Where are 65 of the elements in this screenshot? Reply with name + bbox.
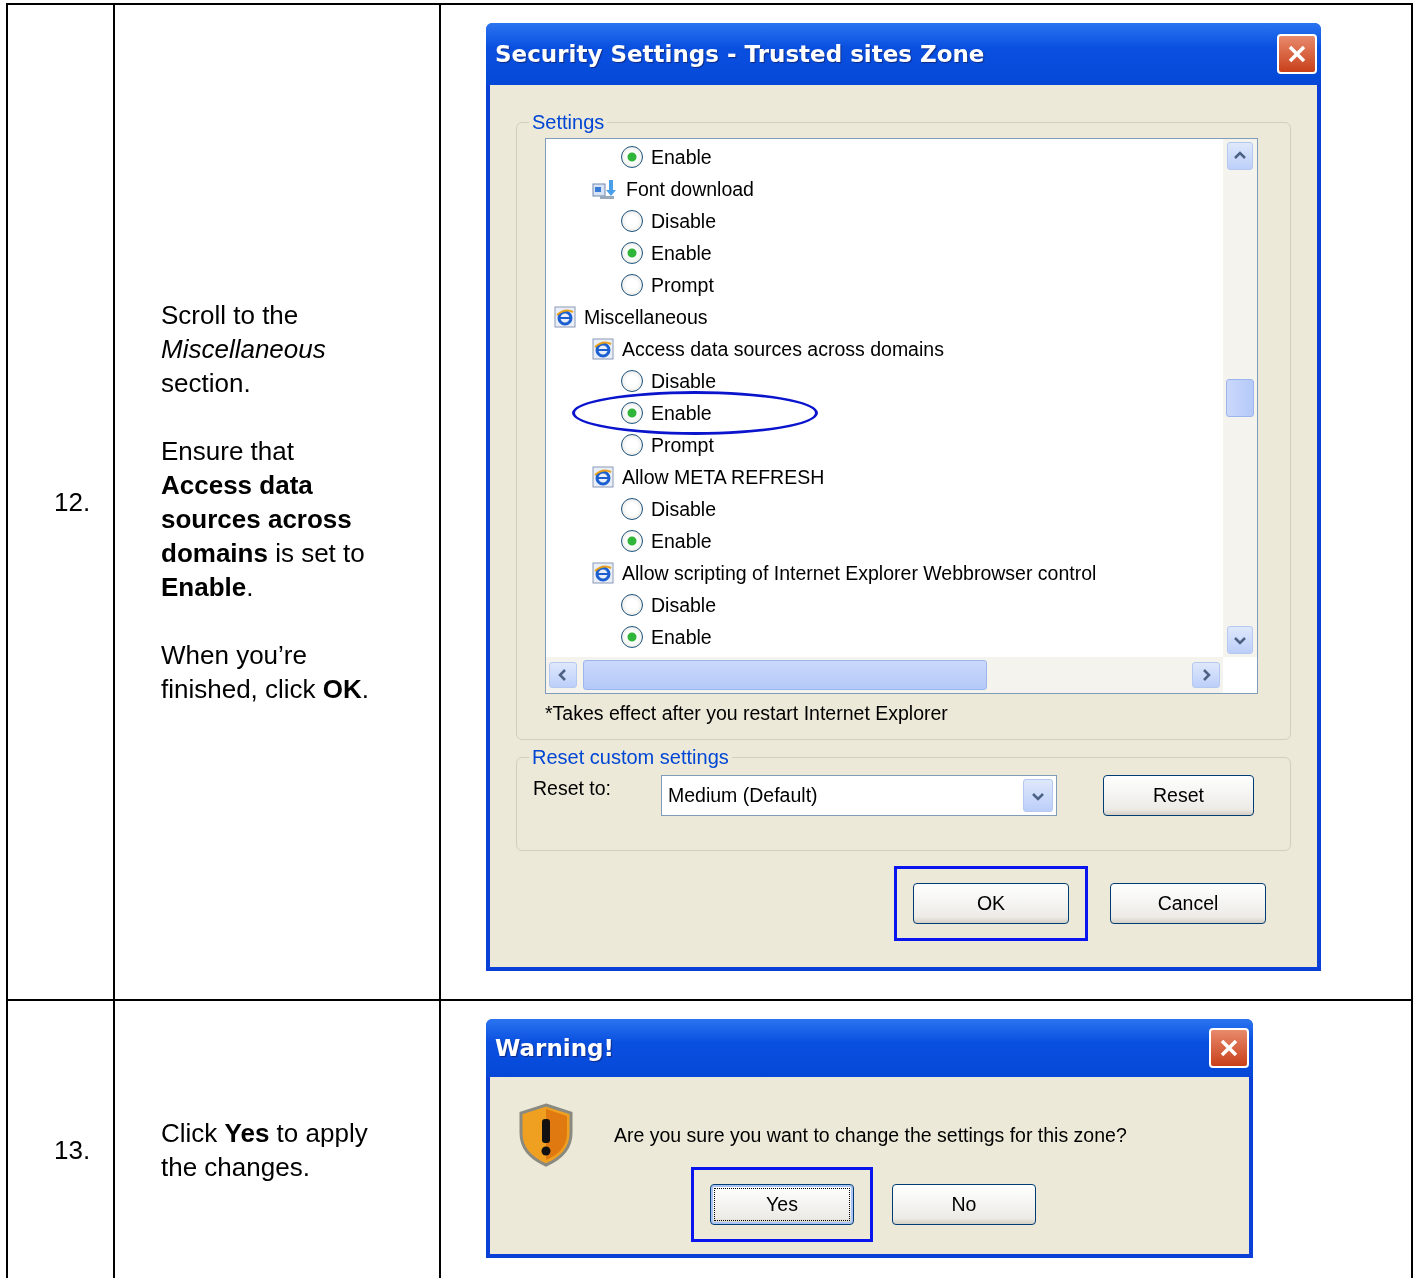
dialog-button[interactable]: No [892, 1184, 1036, 1225]
dialog-button[interactable]: Yes [710, 1184, 854, 1225]
dropdown-button[interactable] [1023, 779, 1053, 812]
group-legend: Reset custom settings [529, 746, 732, 769]
radio-button[interactable] [621, 434, 643, 456]
warning-message: Are you sure you want to change the settings for this zone? [614, 1123, 1127, 1147]
radio-button[interactable] [621, 370, 643, 392]
horizontal-scrollbar[interactable] [546, 657, 1223, 693]
setting-label: Allow META REFRESH [622, 465, 825, 489]
step-number: 13. [54, 1134, 91, 1166]
setting-label: Access data sources across domains [622, 337, 944, 361]
dialog-button[interactable]: Cancel [1110, 883, 1266, 924]
restart-note: *Takes effect after you restart Internet Explorer [544, 701, 949, 726]
browser-icon [592, 562, 614, 584]
option-label: Enable [651, 625, 712, 649]
option-label: Enable [651, 241, 712, 265]
scroll-thumb[interactable] [583, 660, 987, 690]
option-label: Prompt [651, 433, 714, 457]
vertical-scrollbar[interactable] [1223, 139, 1257, 657]
browser-icon [554, 306, 576, 328]
radio-button[interactable] [621, 274, 643, 296]
option-label: Enable [651, 401, 712, 425]
step-number: 12. [54, 486, 91, 518]
radio-button[interactable] [621, 498, 643, 520]
instruction-text: Ensure that Access data sources across domains is set to Enable. [161, 435, 366, 604]
radio-button[interactable] [621, 210, 643, 232]
radio-button[interactable] [621, 242, 643, 264]
reset-level-select[interactable]: Medium (Default) [661, 775, 1057, 816]
instruction-text: Click Yes to apply the changes. [161, 1117, 369, 1184]
radio-button[interactable] [621, 530, 643, 552]
close-icon [1218, 1037, 1240, 1059]
instruction-text: Scroll to the Miscellaneous section. [161, 299, 327, 400]
setting-label: Font download [626, 177, 754, 201]
reset-label: Reset to: [533, 777, 613, 800]
scroll-right-button[interactable] [1192, 662, 1220, 688]
window-title: Security Settings - Trusted sites Zone [495, 41, 985, 67]
option-label: Disable [651, 497, 717, 521]
window-title: Warning! [495, 1035, 614, 1061]
radio-button[interactable] [621, 626, 643, 648]
warning-shield-icon [518, 1103, 574, 1167]
option-label: Enable [651, 145, 712, 169]
close-icon [1286, 43, 1308, 65]
dialog-button[interactable]: OK [913, 883, 1069, 924]
reset-button[interactable]: Reset [1103, 775, 1254, 816]
group-legend: Settings [529, 111, 608, 134]
option-label: Disable [651, 593, 717, 617]
scroll-thumb[interactable] [1226, 379, 1254, 417]
scroll-left-button[interactable] [549, 662, 577, 688]
radio-button[interactable] [621, 146, 643, 168]
option-label: Enable [651, 529, 712, 553]
setting-label: Allow scripting of Internet Explorer Webbrowser control [622, 561, 1097, 585]
browser-icon [592, 338, 614, 360]
scroll-down-button[interactable] [1227, 626, 1253, 654]
radio-button[interactable] [621, 594, 643, 616]
option-label: Disable [651, 369, 717, 393]
radio-button[interactable] [621, 402, 643, 424]
option-label: Prompt [651, 273, 714, 297]
instruction-text: When you’re finished, click OK. [161, 639, 371, 706]
close-button[interactable] [1277, 34, 1317, 74]
category-label: Miscellaneous [584, 305, 708, 329]
browser-icon [592, 466, 614, 488]
scroll-up-button[interactable] [1227, 142, 1253, 170]
option-label: Disable [651, 209, 717, 233]
close-button[interactable] [1209, 1028, 1249, 1068]
download-icon [592, 178, 618, 200]
